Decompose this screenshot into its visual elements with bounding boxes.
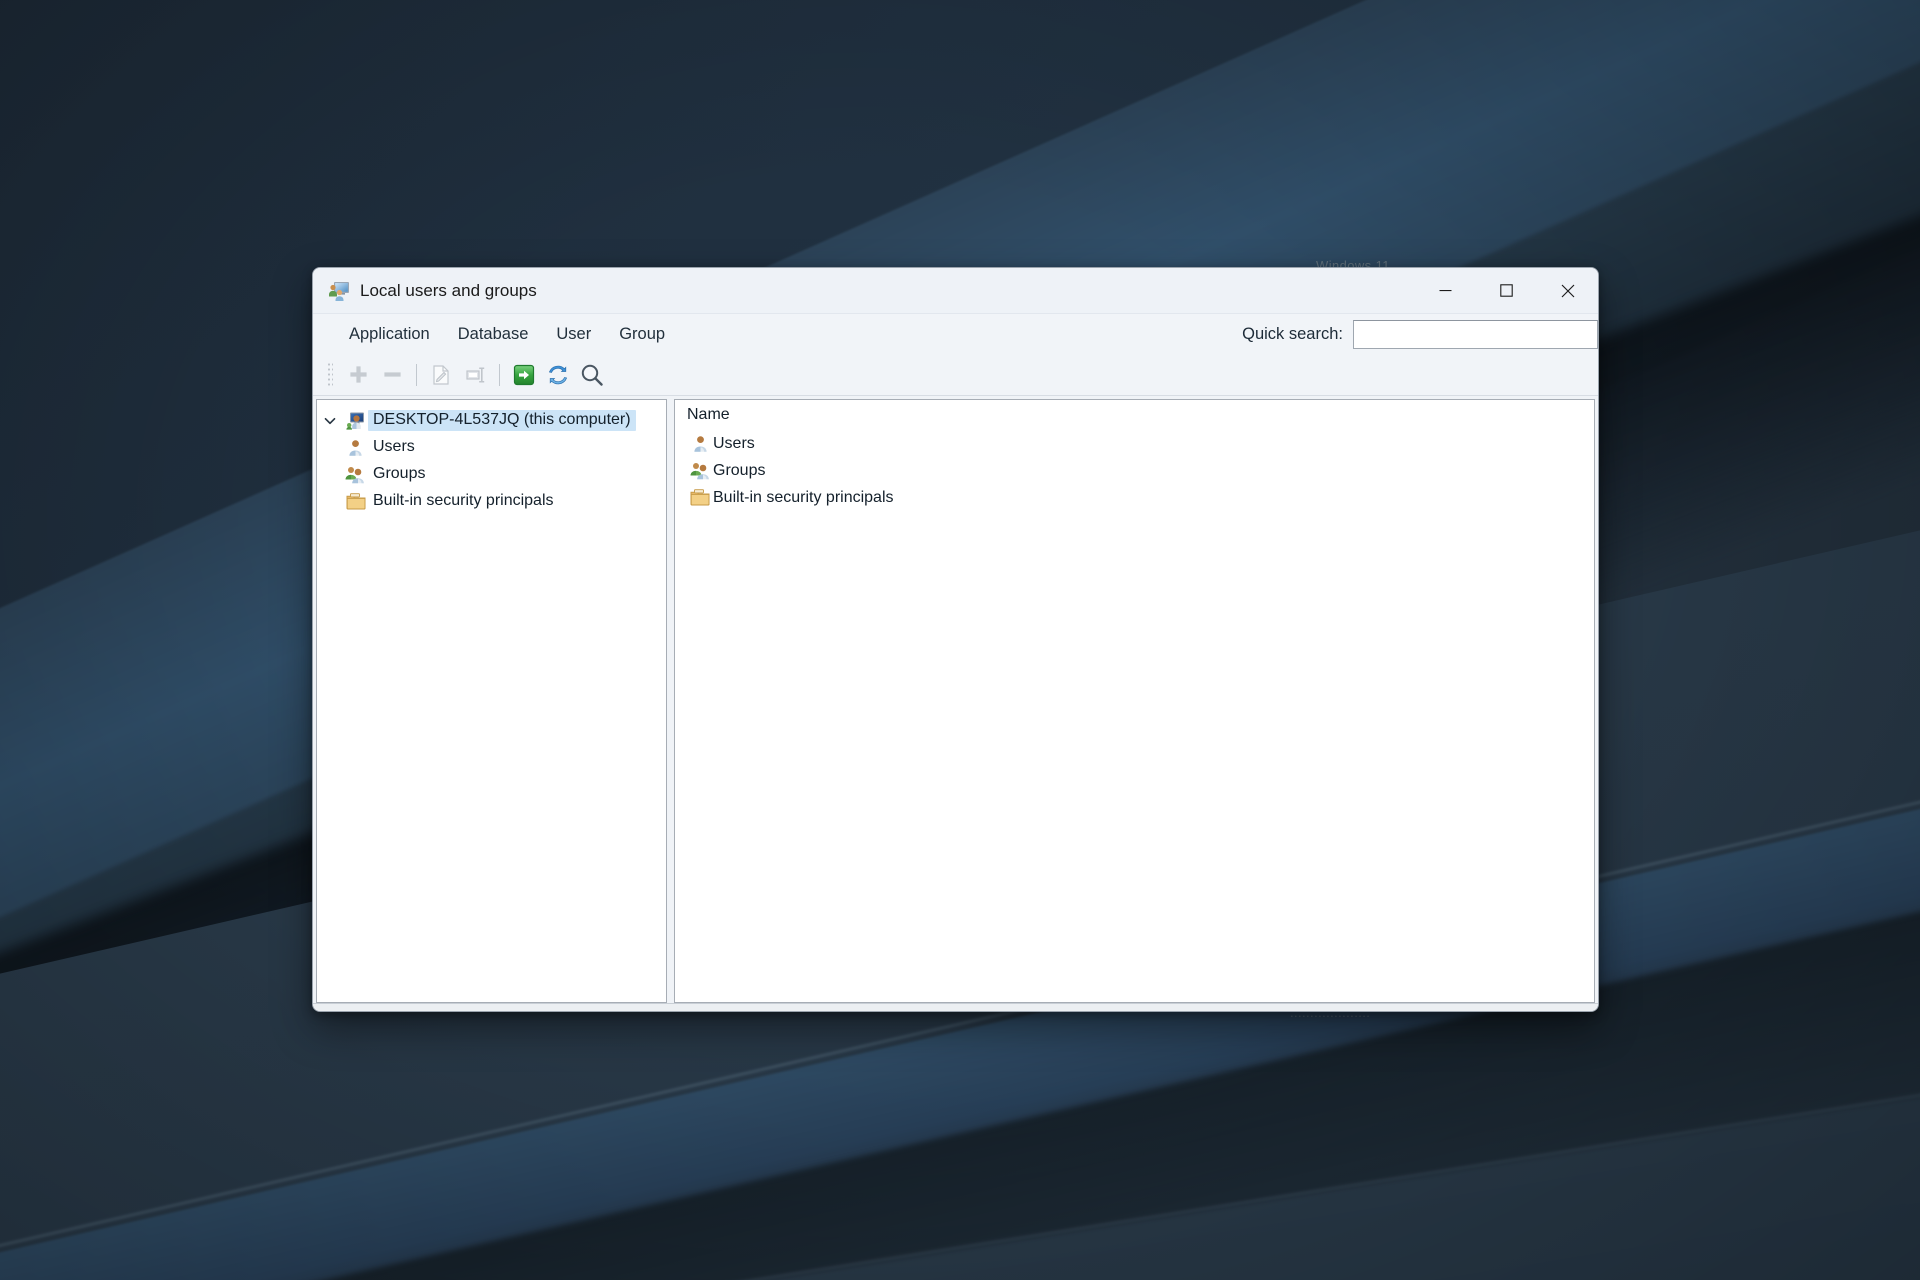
tree-item-users[interactable]: Users	[317, 434, 666, 461]
menu-item-application[interactable]: Application	[335, 321, 444, 348]
window-title: Local users and groups	[360, 280, 537, 300]
group-icon	[687, 461, 713, 480]
tree-item-label: Groups	[373, 465, 426, 482]
toolbar[interactable]	[313, 354, 1598, 396]
list-item[interactable]: Groups	[675, 457, 1594, 484]
refresh-icon[interactable]	[541, 359, 575, 391]
edit-document-icon[interactable]	[424, 359, 458, 391]
tree-item-label: Built-in security principals	[373, 492, 554, 509]
folder-icon	[343, 493, 368, 510]
tree-view[interactable]: DESKTOP-4L537JQ (this computer) Users Gr…	[317, 400, 666, 515]
maximize-icon[interactable]	[1476, 268, 1537, 313]
list-item-label: Users	[713, 434, 755, 452]
window-controls[interactable]	[1415, 268, 1598, 313]
tree-item-label: Users	[373, 438, 415, 455]
tree-item-groups[interactable]: Groups	[317, 461, 666, 488]
computer-users-icon	[343, 412, 368, 430]
folder-icon	[687, 489, 713, 506]
user-icon	[687, 434, 713, 453]
users-computer-icon	[328, 281, 350, 301]
user-icon	[343, 438, 368, 457]
toolbar-separator	[499, 363, 500, 386]
list-item-label: Built-in security principals	[713, 488, 894, 506]
local-users-and-groups-window[interactable]: Local users and groups Application Datab…	[312, 267, 1599, 1012]
minimize-icon[interactable]	[1415, 268, 1476, 313]
rename-icon[interactable]	[458, 359, 492, 391]
green-arrow-icon[interactable]	[507, 359, 541, 391]
close-icon[interactable]	[1537, 268, 1598, 313]
quick-search-label: Quick search:	[1242, 324, 1343, 343]
menu-item-database[interactable]: Database	[444, 321, 543, 348]
list-item[interactable]: Built-in security principals	[675, 484, 1594, 511]
quick-search-area[interactable]: Quick search:	[1242, 314, 1598, 354]
list-item[interactable]: Users	[675, 430, 1594, 457]
wallpaper-band-bottom	[0, 997, 1920, 1280]
column-header-name[interactable]: Name	[675, 400, 1594, 430]
main-content: DESKTOP-4L537JQ (this computer) Users Gr…	[313, 396, 1598, 1003]
list-pane[interactable]: Name Users Groups Built-in security prin…	[674, 399, 1595, 1003]
minus-icon[interactable]	[375, 359, 409, 391]
tree-item-builtin-security-principals[interactable]: Built-in security principals	[317, 488, 666, 515]
menu-item-user[interactable]: User	[542, 321, 605, 348]
toolbar-drag-grip[interactable]	[327, 361, 333, 388]
group-icon	[343, 465, 368, 484]
tree-item-label: DESKTOP-4L537JQ (this computer)	[368, 410, 636, 431]
quick-search-input[interactable]	[1353, 319, 1598, 349]
magnifier-icon[interactable]	[575, 359, 609, 391]
toolbar-separator	[416, 363, 417, 386]
plus-icon[interactable]	[341, 359, 375, 391]
statusbar	[313, 1003, 1598, 1011]
list-item-label: Groups	[713, 461, 766, 479]
wallpaper-edge-highlight-bottom	[0, 989, 1920, 1280]
column-header-label: Name	[687, 406, 730, 423]
tree-pane[interactable]: DESKTOP-4L537JQ (this computer) Users Gr…	[316, 399, 667, 1003]
menubar[interactable]: Application Database User Group Quick se…	[313, 314, 1598, 354]
titlebar[interactable]: Local users and groups	[313, 268, 1598, 314]
menu-item-group[interactable]: Group	[605, 321, 679, 348]
chevron-down-icon[interactable]	[317, 414, 343, 428]
tree-item-computer-root[interactable]: DESKTOP-4L537JQ (this computer)	[317, 407, 666, 434]
